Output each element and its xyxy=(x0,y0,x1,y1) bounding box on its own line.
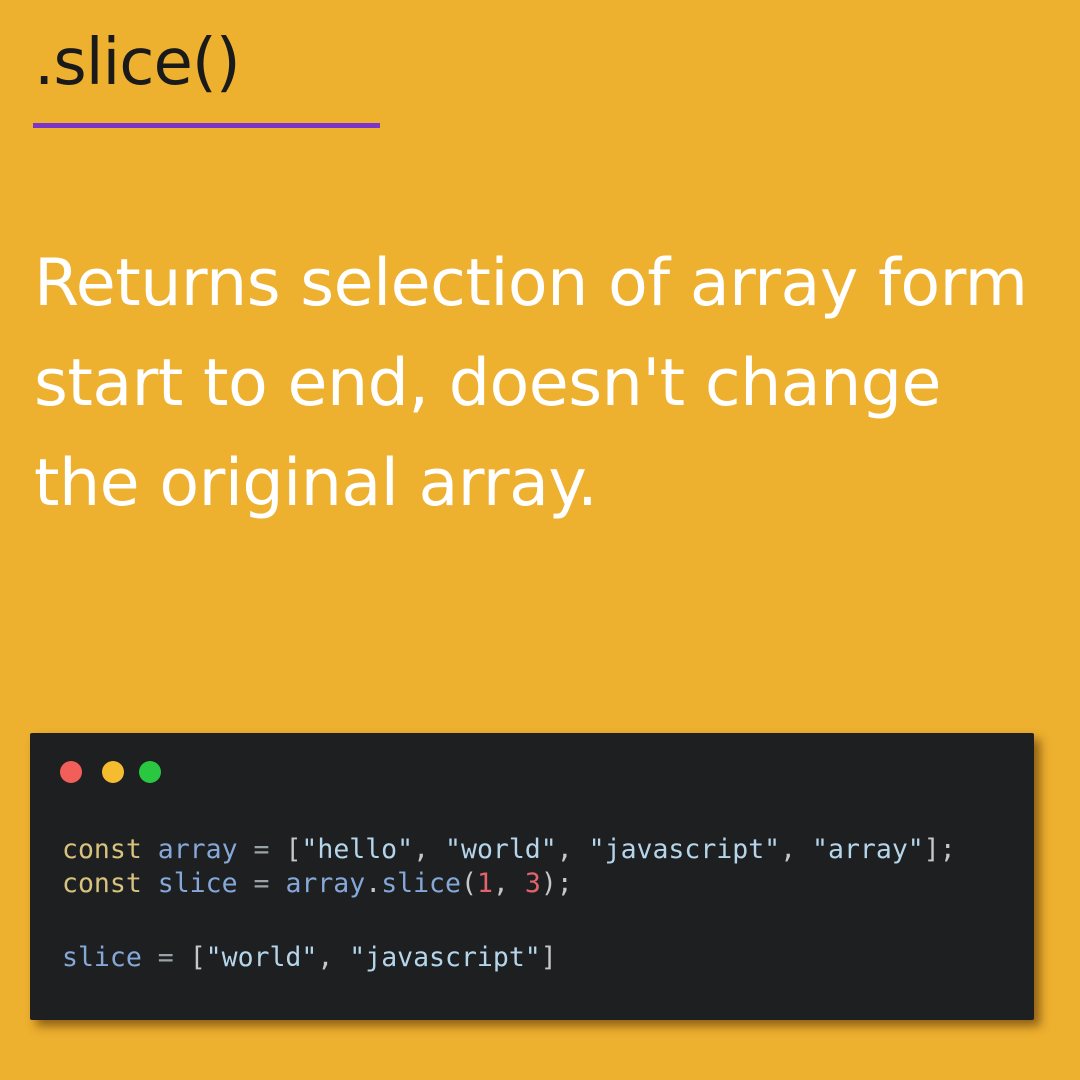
keyword: const xyxy=(62,834,142,865)
number-literal: 3 xyxy=(524,868,541,899)
close-dot-icon xyxy=(60,761,82,783)
description-text: Returns selection of array form start to… xyxy=(34,246,1028,521)
variable: array xyxy=(157,834,238,865)
string: "hello" xyxy=(301,834,414,865)
method-name: slice xyxy=(381,868,461,899)
punctuation: ( xyxy=(460,868,477,899)
string: "javascript" xyxy=(349,942,541,973)
operator: = xyxy=(157,942,174,973)
page-title: .slice() xyxy=(34,26,241,100)
punctuation: , xyxy=(780,834,797,865)
punctuation: ]; xyxy=(923,834,956,865)
variable: array xyxy=(285,868,366,899)
string: "array" xyxy=(812,834,924,865)
variable: slice xyxy=(62,942,142,973)
punctuation: , xyxy=(492,868,509,899)
code-window: const array = ["hello", "world", "javasc… xyxy=(30,733,1034,1020)
number-literal: 1 xyxy=(476,868,493,899)
punctuation: ] xyxy=(540,942,557,973)
title-underline xyxy=(33,123,380,128)
variable: slice xyxy=(157,868,238,899)
punctuation: [ xyxy=(285,834,302,865)
string: "world" xyxy=(445,834,557,865)
punctuation: , xyxy=(317,942,334,973)
code-line-3: slice = ["world", "javascript"] xyxy=(62,941,956,975)
keyword: const xyxy=(62,868,142,899)
punctuation: [ xyxy=(189,942,206,973)
punctuation: , xyxy=(413,834,430,865)
code-line-1: const array = ["hello", "world", "javasc… xyxy=(62,833,956,867)
punctuation: . xyxy=(365,868,382,899)
string: "world" xyxy=(205,942,318,973)
operator: = xyxy=(253,834,270,865)
string: "javascript" xyxy=(588,834,781,865)
punctuation: , xyxy=(556,834,573,865)
minimize-dot-icon xyxy=(102,761,124,783)
code-line-2: const slice = array.slice(1, 3); xyxy=(62,867,956,901)
operator: = xyxy=(253,868,270,899)
code-block: const array = ["hello", "world", "javasc… xyxy=(62,833,956,975)
maximize-dot-icon xyxy=(139,761,161,783)
punctuation: ); xyxy=(540,868,573,899)
